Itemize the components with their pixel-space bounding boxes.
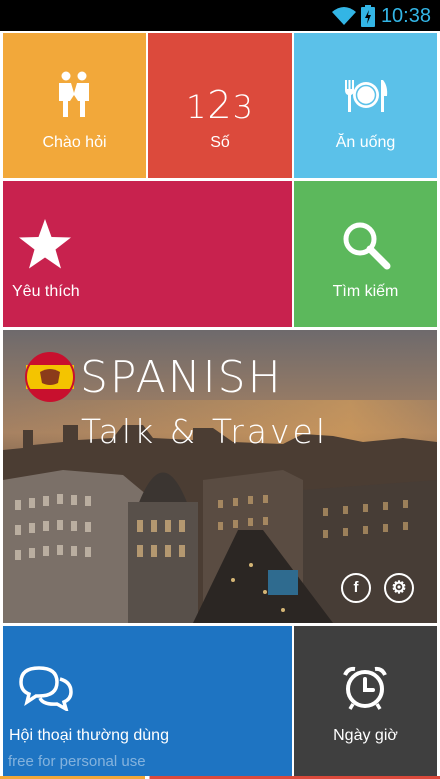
alarm-clock-icon xyxy=(342,666,388,715)
tile-search[interactable]: Tìm kiếm xyxy=(294,181,437,327)
tile-favorites-label: Yêu thích xyxy=(12,283,80,300)
people-icon xyxy=(56,71,92,122)
facebook-icon[interactable]: f xyxy=(341,573,371,603)
status-bar: 10:38 xyxy=(0,0,440,31)
tile-greetings[interactable]: Chào hỏi xyxy=(3,33,146,178)
settings-gear-icon[interactable]: ⚙ xyxy=(384,573,414,603)
tile-common-phrases-label: Hội thoại thường dùng xyxy=(9,727,169,744)
banner-title: SPANISH xyxy=(80,352,283,403)
tile-date-time[interactable]: Ngày giờ xyxy=(294,626,437,776)
battery-charging-icon xyxy=(361,5,375,32)
banner-subtitle: Talk & Travel xyxy=(81,412,329,451)
watermark-text: free for personal use xyxy=(8,753,146,770)
tile-numbers-label: Số xyxy=(210,134,230,151)
tile-search-label: Tìm kiếm xyxy=(332,283,399,300)
tile-numbers[interactable]: 123 Số xyxy=(148,33,292,178)
chat-bubbles-icon xyxy=(17,665,75,716)
app-banner: SPANISH Talk & Travel f ⚙ xyxy=(3,330,437,623)
spain-flag-icon xyxy=(25,352,75,407)
fork-plate-knife-icon xyxy=(343,78,389,119)
tile-common-phrases[interactable]: Hội thoại thường dùng free for personal … xyxy=(3,626,292,776)
tile-favorites[interactable]: Yêu thích xyxy=(3,181,292,327)
magnifier-icon xyxy=(341,220,391,275)
tile-food[interactable]: Ăn uống xyxy=(294,33,437,178)
tile-date-time-label: Ngày giờ xyxy=(333,727,398,744)
tile-food-label: Ăn uống xyxy=(335,134,396,151)
star-icon xyxy=(18,218,72,275)
wifi-icon xyxy=(331,5,357,32)
status-clock: 10:38 xyxy=(380,5,431,27)
numbers-icon: 123 xyxy=(186,83,254,127)
tile-greetings-label: Chào hỏi xyxy=(42,134,107,151)
